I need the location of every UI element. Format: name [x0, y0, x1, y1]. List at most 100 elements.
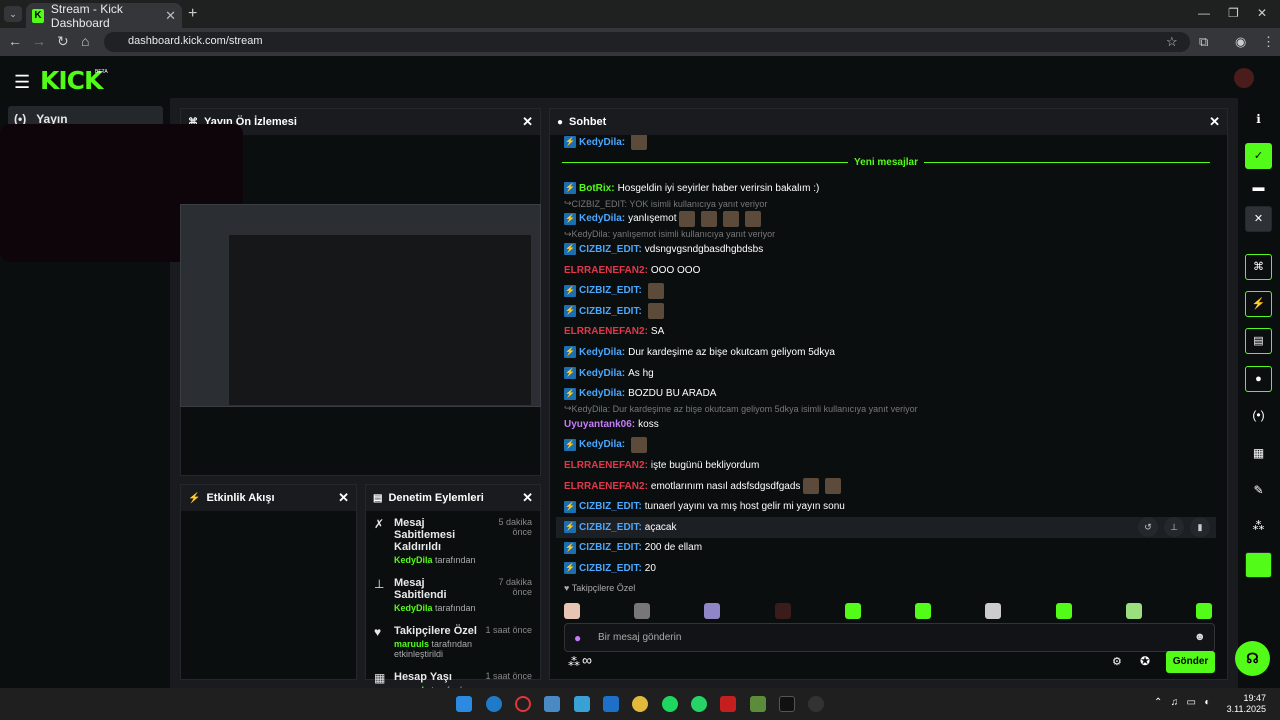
chat-username[interactable]: ELRRAENEFAN2:	[564, 326, 648, 337]
menu-icon[interactable]: ☰	[14, 72, 30, 93]
send-button[interactable]: Gönder	[1166, 651, 1215, 673]
share-icon[interactable]: ⁂	[1245, 519, 1272, 539]
restore-icon[interactable]: ❐	[1228, 6, 1239, 20]
back-icon[interactable]: ←	[8, 33, 22, 49]
chat-text: SA	[650, 326, 665, 338]
broadcast-toggle-icon[interactable]: (•)	[1245, 408, 1272, 428]
kick-badge-icon: ⚡	[564, 367, 576, 380]
window-close-icon[interactable]: ✕	[1257, 6, 1267, 20]
check-icon[interactable]: ✓	[1245, 143, 1272, 169]
start-icon[interactable]	[456, 696, 472, 712]
edge-icon[interactable]	[486, 696, 502, 712]
whatsapp-icon[interactable]	[691, 696, 707, 712]
activity-close-icon[interactable]: ✕	[338, 490, 349, 506]
chat-input[interactable]: Bir mesaj gönderin	[564, 623, 1215, 652]
chrome-icon[interactable]	[632, 696, 648, 712]
activity-toggle-icon[interactable]: ⚡	[1245, 291, 1272, 317]
emote-3[interactable]	[704, 603, 721, 619]
preview-toggle-icon[interactable]: ⌘	[1245, 254, 1272, 280]
mod-action-user[interactable]: maruuls	[394, 639, 429, 649]
photos-icon[interactable]	[544, 696, 560, 712]
forward-icon[interactable]: →	[32, 33, 46, 49]
chat-close-icon[interactable]: ✕	[1209, 114, 1220, 130]
tiktok-icon[interactable]	[779, 696, 795, 712]
emote-5[interactable]	[844, 603, 861, 619]
browser-tab[interactable]: K Stream - Kick Dashboard ✕	[26, 2, 182, 30]
tray-icons[interactable]: ⌃ ♫ ▭ ◐	[1154, 697, 1210, 708]
community-icon[interactable]: ⁂	[568, 655, 580, 669]
chat-username[interactable]: CIZBIZ_EDIT:	[579, 542, 642, 553]
mod-action-time: 7 dakika önce	[498, 577, 532, 597]
microphone-icon[interactable]: ●	[574, 631, 581, 645]
mod-action-user[interactable]: KedyDila	[394, 555, 433, 565]
mod-action-user[interactable]: KedyDila	[394, 603, 433, 613]
printer-icon[interactable]: ▦	[1245, 446, 1272, 466]
chat-username[interactable]: KedyDila:	[579, 368, 625, 379]
emote-4[interactable]	[774, 603, 791, 619]
chat-username[interactable]: Uyuyantank06:	[564, 419, 635, 430]
chat-username[interactable]: CIZBIZ_EDIT:	[579, 522, 642, 533]
new-tab-icon[interactable]: +	[188, 5, 197, 23]
preview-close-icon[interactable]: ✕	[522, 114, 533, 130]
delete-action-icon[interactable]: ▮	[1190, 517, 1210, 538]
chat-username[interactable]: KedyDila:	[579, 213, 625, 224]
chat-username[interactable]: KedyDila:	[579, 347, 625, 358]
tab-search-icon[interactable]: ⌄	[4, 6, 22, 22]
store-icon[interactable]	[574, 696, 590, 712]
address-bar[interactable]: dashboard.kick.com/stream	[104, 32, 1190, 52]
chat-username[interactable]: ELRRAENEFAN2:	[564, 481, 648, 492]
obs-icon[interactable]	[808, 696, 824, 712]
badge-icon[interactable]: ✪	[1140, 654, 1150, 668]
info-icon[interactable]: ℹ	[1245, 112, 1272, 132]
profile-icon[interactable]: ◉	[1235, 34, 1246, 50]
chat-username[interactable]: CIZBIZ_EDIT:	[579, 244, 642, 255]
chat-username[interactable]: CIZBIZ_EDIT:	[579, 501, 642, 512]
kick-logo[interactable]: KICK	[40, 66, 103, 95]
spotify-icon[interactable]	[662, 696, 678, 712]
chat-username[interactable]: CIZBIZ_EDIT:	[579, 285, 642, 296]
opera-icon[interactable]	[515, 696, 531, 712]
explorer-icon[interactable]	[603, 696, 619, 712]
tab-close-icon[interactable]: ✕	[165, 8, 176, 24]
chat-username[interactable]: ELRRAENEFAN2:	[564, 265, 648, 276]
game-icon[interactable]	[1245, 552, 1272, 578]
clock[interactable]: 19:47 3.11.2025	[1227, 693, 1266, 715]
settings-icon[interactable]: ⚙	[1112, 655, 1122, 668]
chat-username[interactable]: CIZBIZ_EDIT:	[579, 306, 642, 317]
chat-username[interactable]: ELRRAENEFAN2:	[564, 460, 648, 471]
emote-2[interactable]	[634, 603, 651, 619]
chat-username[interactable]: KedyDila:	[579, 388, 625, 399]
emote-1[interactable]	[564, 603, 580, 619]
browser-menu-icon[interactable]: ⋮	[1262, 34, 1275, 50]
extensions-icon[interactable]: ⧉	[1199, 34, 1208, 50]
app-icon[interactable]	[720, 696, 736, 712]
chat-text: Hosgeldin iyi seyirler haber verirsin ba…	[617, 182, 820, 194]
layout-icon[interactable]: ▬	[1245, 180, 1272, 200]
pin-action-icon[interactable]: ⊥	[1164, 517, 1184, 538]
bookmark-star-icon[interactable]: ☆	[1166, 34, 1178, 50]
emote-8[interactable]	[1055, 603, 1072, 619]
chat-toggle-icon[interactable]: ●	[1245, 366, 1272, 392]
mod-close-icon[interactable]: ✕	[522, 490, 533, 506]
minecraft-icon[interactable]	[750, 696, 766, 712]
emote-9[interactable]	[1125, 603, 1142, 619]
chat-username[interactable]: BotRix:	[579, 183, 615, 194]
reply-action-icon[interactable]: ↺	[1138, 517, 1158, 538]
mod-toggle-icon[interactable]: ▤	[1245, 328, 1272, 354]
chat-text: işte bugünü bekliyordum	[650, 459, 760, 471]
chat-username[interactable]: KedyDila:	[579, 439, 625, 450]
user-avatar[interactable]	[1234, 68, 1254, 88]
minimize-icon[interactable]: —	[1198, 6, 1210, 20]
reload-icon[interactable]: ↻	[57, 33, 69, 50]
chat-username[interactable]: CIZBIZ_EDIT:	[579, 563, 642, 574]
close-layout-icon[interactable]: ✕	[1245, 206, 1272, 232]
wrench-icon[interactable]: ✎	[1245, 483, 1272, 503]
home-icon[interactable]: ⌂	[81, 33, 89, 49]
emoji-icon[interactable]: ☻	[1194, 631, 1206, 643]
support-icon[interactable]: ☊	[1235, 641, 1270, 676]
chat-messages[interactable]: ⚡ KedyDila: Yeni mesajlar ⚡ BotRix: Hosgeld…	[556, 135, 1216, 575]
emote-10[interactable]	[1195, 603, 1212, 619]
emote-6[interactable]	[915, 603, 932, 619]
emote-7[interactable]	[985, 603, 1002, 619]
chat-message: ⚡ KedyDila: Dur kardeşime az bişe okutcam …	[556, 342, 1216, 363]
